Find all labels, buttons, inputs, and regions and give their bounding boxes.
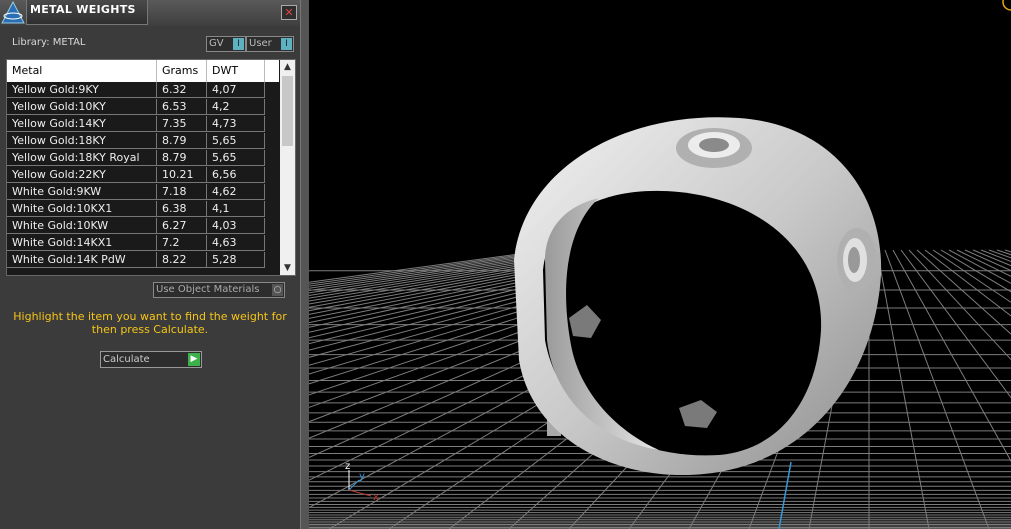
cell-dwt: 6,56 (207, 167, 265, 183)
user-label: User (249, 38, 272, 49)
table-row[interactable]: White Gold:10KX1 6.38 4,1 (7, 201, 279, 218)
cell-grams: 7.18 (157, 184, 207, 200)
cell-metal: White Gold:14KX1 (7, 235, 157, 251)
table-row[interactable]: Yellow Gold:22KY 10.21 6,56 (7, 167, 279, 184)
gizmo-y-label: y (359, 471, 365, 482)
metal-table: Metal Grams DWT Yellow Gold:9KY 6.32 4,07 Y… (6, 59, 296, 276)
ring-model (514, 117, 882, 476)
column-header-grams[interactable]: Grams (157, 60, 207, 82)
panel-titlebar: METAL WEIGHTS ✕ (0, 0, 300, 26)
cell-metal: White Gold:10KW (7, 218, 157, 234)
table-row[interactable]: Yellow Gold:10KY 6.53 4,2 (7, 99, 279, 116)
table-row[interactable]: Yellow Gold:18KY Royal 8.79 5,65 (7, 150, 279, 167)
cell-metal: White Gold:10KX1 (7, 201, 157, 217)
cell-metal: Yellow Gold:9KY (7, 82, 157, 98)
cell-grams: 6.32 (157, 82, 207, 98)
scroll-down-icon[interactable]: ▼ (280, 261, 295, 275)
cell-grams: 7.35 (157, 116, 207, 132)
use-object-materials-indicator-icon: ○ (272, 284, 283, 296)
cell-metal: Yellow Gold:10KY (7, 99, 157, 115)
cell-metal: Yellow Gold:18KY (7, 133, 157, 149)
user-toggle[interactable]: User I (246, 36, 294, 52)
table-row[interactable]: Yellow Gold:18KY 8.79 5,65 (7, 133, 279, 150)
cell-metal: White Gold:14K PdW (7, 252, 157, 268)
library-label: Library: METAL (12, 37, 86, 48)
cell-metal: White Gold:9KW (7, 184, 157, 200)
cell-dwt: 4,73 (207, 116, 265, 132)
calculate-button[interactable]: Calculate ▶ (100, 351, 202, 368)
calculate-label: Calculate (103, 354, 150, 365)
cell-grams: 8.79 (157, 133, 207, 149)
close-button[interactable]: ✕ (281, 5, 297, 20)
table-scrollbar[interactable]: ▲ ▼ (280, 60, 295, 275)
column-header-metal[interactable]: Metal (7, 60, 157, 82)
gv-toggle[interactable]: GV I (206, 36, 246, 52)
cell-dwt: 4,63 (207, 235, 265, 251)
metal-weights-panel: METAL WEIGHTS ✕ Library: METAL GV I User… (0, 0, 300, 529)
table-header: Metal Grams DWT (7, 60, 279, 82)
3d-viewport[interactable]: z y x (309, 0, 1011, 529)
table-row[interactable]: White Gold:14K PdW 8.22 5,28 (7, 252, 279, 269)
cell-dwt: 4,2 (207, 99, 265, 115)
use-object-materials-toggle[interactable]: Use Object Materials ○ (153, 282, 285, 298)
user-toggle-indicator-icon: I (281, 38, 292, 50)
cell-grams: 6.53 (157, 99, 207, 115)
table-row[interactable]: Yellow Gold:9KY 6.32 4,07 (7, 82, 279, 99)
cell-dwt: 5,28 (207, 252, 265, 268)
cell-dwt: 5,65 (207, 150, 265, 166)
cell-dwt: 5,65 (207, 133, 265, 149)
table-row[interactable]: White Gold:14KX1 7.2 4,63 (7, 235, 279, 252)
use-object-materials-label: Use Object Materials (156, 284, 260, 295)
cell-grams: 6.38 (157, 201, 207, 217)
column-header-dwt[interactable]: DWT (207, 60, 265, 82)
instruction-text: Highlight the item you want to find the … (13, 310, 287, 336)
cell-dwt: 4,03 (207, 218, 265, 234)
scroll-up-icon[interactable]: ▲ (280, 60, 295, 74)
table-row[interactable]: White Gold:10KW 6.27 4,03 (7, 218, 279, 235)
app-logo-icon (1, 0, 25, 24)
scroll-thumb[interactable] (282, 76, 293, 146)
cell-metal: Yellow Gold:18KY Royal (7, 150, 157, 166)
table-row[interactable]: White Gold:9KW 7.18 4,62 (7, 184, 279, 201)
viewport-canvas: z y x (309, 0, 1011, 529)
cell-grams: 7.2 (157, 235, 207, 251)
cell-metal: Yellow Gold:22KY (7, 167, 157, 183)
cell-metal: Yellow Gold:14KY (7, 116, 157, 132)
cell-grams: 10.21 (157, 167, 207, 183)
cell-grams: 8.22 (157, 252, 207, 268)
play-arrow-icon: ▶ (188, 353, 200, 366)
gv-label: GV (209, 38, 224, 49)
gv-toggle-indicator-icon: I (233, 38, 244, 50)
cell-grams: 6.27 (157, 218, 207, 234)
cell-dwt: 4,62 (207, 184, 265, 200)
cell-dwt: 4,07 (207, 82, 265, 98)
cell-dwt: 4,1 (207, 201, 265, 217)
view-orientation-icon[interactable] (1002, 0, 1011, 11)
panel-title: METAL WEIGHTS (30, 3, 136, 16)
gizmo-x-label: x (373, 492, 379, 503)
gizmo-z-label: z (345, 461, 350, 472)
cell-grams: 8.79 (157, 150, 207, 166)
table-row[interactable]: Yellow Gold:14KY 7.35 4,73 (7, 116, 279, 133)
